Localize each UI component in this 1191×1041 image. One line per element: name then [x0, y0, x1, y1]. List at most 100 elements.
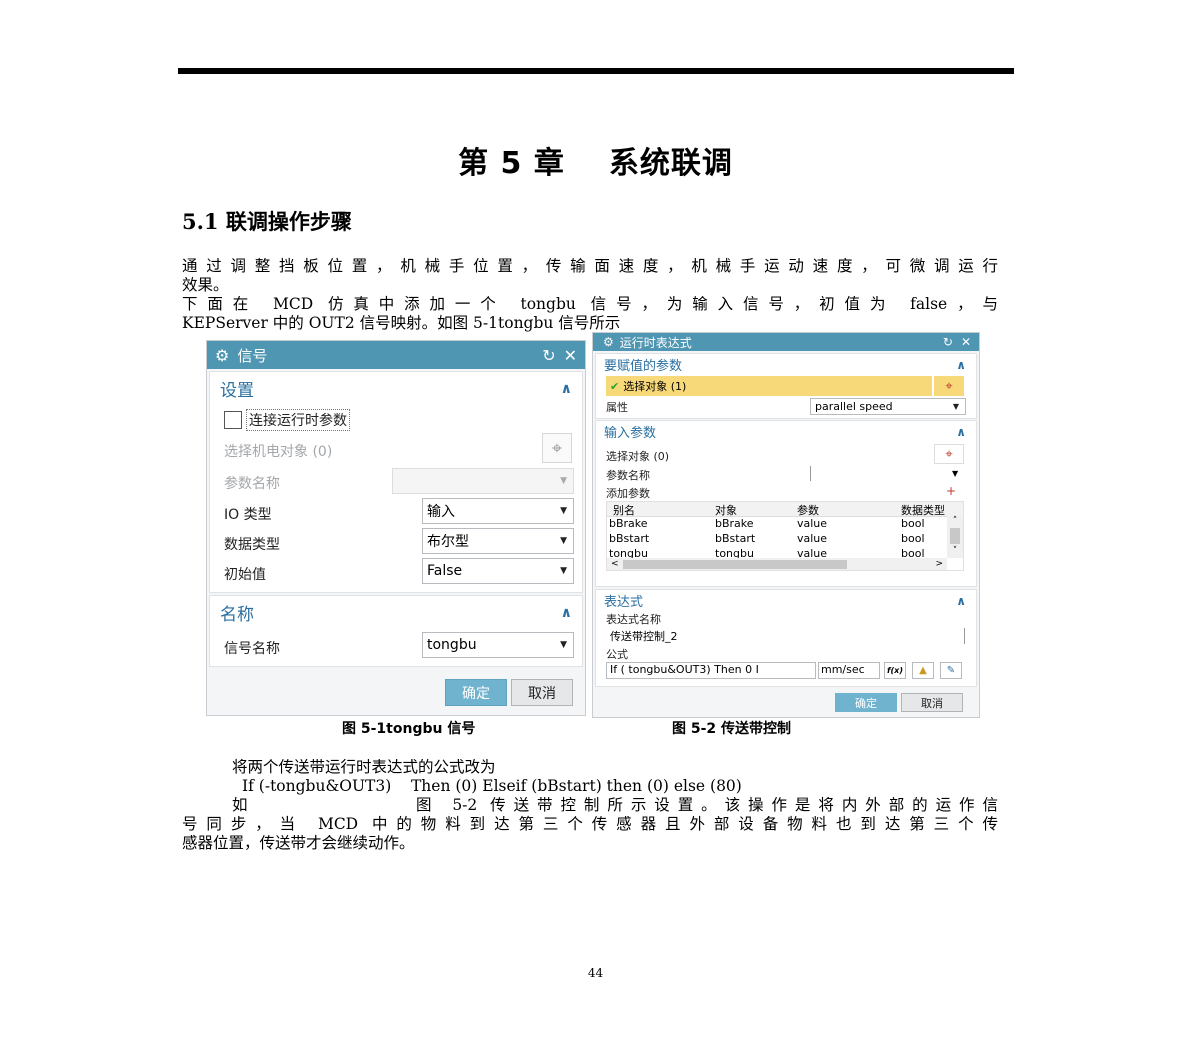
para3-line5: 感器位置，传送带才会继续动作。 [182, 834, 415, 852]
crosshair-icon[interactable]: ⌖ [934, 444, 964, 464]
chevron-up-icon[interactable]: ∧ [956, 594, 966, 608]
column-header[interactable]: 参数 [793, 502, 897, 517]
vertical-scrollbar[interactable]: ˄ ˅ [947, 516, 963, 558]
param-name-label: 参数名称 [224, 476, 280, 492]
chevron-down-icon: ▼ [560, 506, 567, 516]
connect-runtime-row[interactable]: 连接运行时参数 [224, 409, 350, 431]
property-select[interactable]: parallel speed ▼ [810, 398, 966, 415]
table-row[interactable]: bBrake bBrake value bool [607, 517, 963, 532]
close-icon[interactable]: ✕ [961, 335, 971, 349]
horizontal-scrollbar[interactable]: < > [607, 558, 947, 570]
ok-button[interactable]: 确定 [445, 679, 507, 706]
signal-dialog-title: 信号 [237, 346, 268, 365]
para3-line3-start: 如 [232, 796, 248, 814]
initial-value-select[interactable]: False ▼ [422, 558, 574, 584]
table-row[interactable]: bBstart bBstart value bool [607, 532, 963, 547]
ok-button[interactable]: 确定 [835, 693, 897, 712]
property-value: parallel speed [815, 400, 893, 413]
page-number: 44 [587, 966, 604, 980]
input-header-label: 输入参数 [604, 426, 657, 441]
chevron-up-icon[interactable]: ∧ [956, 425, 966, 439]
expr-group-header[interactable]: 表达式 ∧ [604, 591, 966, 611]
unit-value: mm/sec [821, 663, 865, 676]
para3-formula: If (-tongbu&OUT3) Then (0) Elseif (bBsta… [242, 777, 742, 795]
chevron-down-icon: ▼ [952, 402, 959, 411]
cell-object: bBstart [715, 532, 756, 545]
settings-group-header[interactable]: 设置 ∧ [220, 376, 572, 402]
chevron-up-icon[interactable]: ∧ [561, 605, 572, 621]
formula-input[interactable]: If ( tongbu&OUT3) Then 0 I [606, 662, 816, 679]
reset-icon[interactable]: ↻ [943, 335, 953, 349]
chevron-down-icon[interactable]: ˅ [947, 546, 963, 556]
connect-runtime-checkbox[interactable] [224, 411, 242, 429]
chevron-down-icon: ▼ [560, 536, 567, 546]
cell-object: bBrake [715, 517, 754, 530]
chevron-left-icon[interactable]: < [611, 559, 619, 569]
cell-param: value [797, 532, 828, 545]
column-header[interactable]: 数据类型 [897, 502, 947, 517]
param-name-select[interactable]: ▼ [392, 468, 574, 494]
expression-group: 表达式 ∧ 表达式名称 传送带控制_2 公式 If ( tongbu&OUT3)… [595, 589, 977, 687]
para3-line1: 将两个传送带运行时表达式的公式改为 [232, 758, 496, 776]
reset-icon[interactable]: ↻ [542, 346, 555, 365]
para3-line4: 号同步，当 MCD 中的物料到达第三个传感器且外部设备物料也到达第三个传 [182, 815, 998, 833]
input-group-header[interactable]: 输入参数 ∧ [604, 422, 966, 442]
params-table: 别名 对象 参数 数据类型 bBrake bBrake value bool b… [606, 501, 964, 571]
add-param-icon[interactable]: + [946, 484, 956, 498]
chevron-up-icon[interactable]: ∧ [561, 381, 572, 397]
cell-type: bool [901, 517, 925, 530]
expr-dialog-titlebar: ⚙ 运行时表达式 ↻ ✕ [593, 333, 979, 351]
assign-group-header[interactable]: 要赋值的参数 ∧ [604, 355, 966, 375]
property-label: 属性 [606, 401, 628, 414]
chevron-right-icon[interactable]: > [935, 559, 943, 569]
initial-value-value: False [427, 563, 463, 579]
scrollbar-thumb[interactable] [622, 559, 847, 569]
close-icon[interactable]: ✕ [564, 346, 577, 365]
expr-name-input[interactable]: 传送带控制_2 [606, 628, 965, 644]
unit-select[interactable]: mm/sec [818, 662, 880, 679]
settings-header-label: 设置 [220, 381, 254, 401]
expr-header-label: 表达式 [604, 595, 644, 610]
formula-label: 公式 [606, 648, 628, 661]
signal-name-label: 信号名称 [224, 641, 280, 657]
figure-caption-1: 图 5-1tongbu 信号 [342, 721, 476, 737]
crosshair-icon[interactable]: ⌖ [542, 433, 572, 463]
select-object-label: 选择对象 (1) [623, 380, 687, 393]
name-group-header[interactable]: 名称 ∧ [220, 600, 572, 626]
chevron-down-icon[interactable]: ▼ [952, 469, 958, 478]
runtime-expression-dialog: ⚙ 运行时表达式 ↻ ✕ 要赋值的参数 ∧ ✔ 选择对象 (1) ⌖ 属性 pa… [592, 332, 980, 718]
input-select-label: 选择对象 (0) [606, 450, 670, 463]
io-type-label: IO 类型 [224, 507, 272, 523]
header-rule [178, 68, 1014, 74]
chart-icon[interactable]: ▲ [912, 662, 934, 679]
crosshair-icon[interactable]: ⌖ [934, 376, 964, 396]
formula-value: If ( tongbu&OUT3) Then 0 I [610, 663, 759, 676]
chapter-title: 第 5 章系统联调 [458, 146, 733, 181]
data-type-select[interactable]: 布尔型 ▼ [422, 528, 574, 554]
column-header[interactable]: 别名 [607, 502, 711, 517]
table-header-row: 别名 对象 参数 数据类型 [607, 502, 963, 517]
expr-dialog-title: 运行时表达式 [619, 335, 692, 350]
io-type-select[interactable]: 输入 ▼ [422, 498, 574, 524]
chevron-up-icon[interactable]: ∧ [956, 358, 966, 372]
param-name-divider [810, 466, 811, 481]
initial-value-label: 初始值 [224, 567, 266, 583]
chevron-up-icon[interactable]: ˄ [947, 516, 963, 526]
cancel-button[interactable]: 取消 [511, 679, 573, 706]
select-object-label: 选择机电对象 (0) [224, 444, 333, 460]
para2-line1: 下面在 MCD 仿真中添加一个 tongbu 信号，为输入信号，初值为 fals… [182, 295, 998, 313]
select-object-row[interactable]: ✔ 选择对象 (1) [606, 376, 932, 396]
signal-dialog: ⚙ 信号 ↻ ✕ 设置 ∧ 连接运行时参数 选择机电对象 (0) ⌖ 参数名称 … [206, 340, 586, 716]
gear-icon: ⚙ [603, 335, 614, 349]
cancel-button[interactable]: 取消 [901, 693, 963, 712]
gear-icon: ⚙ [215, 345, 230, 365]
check-icon: ✔ [610, 379, 620, 393]
signal-name-value: tongbu [427, 637, 477, 653]
function-button[interactable]: f(x) [884, 662, 906, 679]
expr-name-label: 表达式名称 [606, 613, 661, 626]
edit-icon[interactable]: ✎ [940, 662, 962, 679]
column-header[interactable]: 对象 [711, 502, 793, 517]
add-param-label: 添加参数 [606, 487, 650, 500]
scrollbar-thumb[interactable] [950, 528, 960, 544]
signal-name-select[interactable]: tongbu ▼ [422, 632, 574, 658]
